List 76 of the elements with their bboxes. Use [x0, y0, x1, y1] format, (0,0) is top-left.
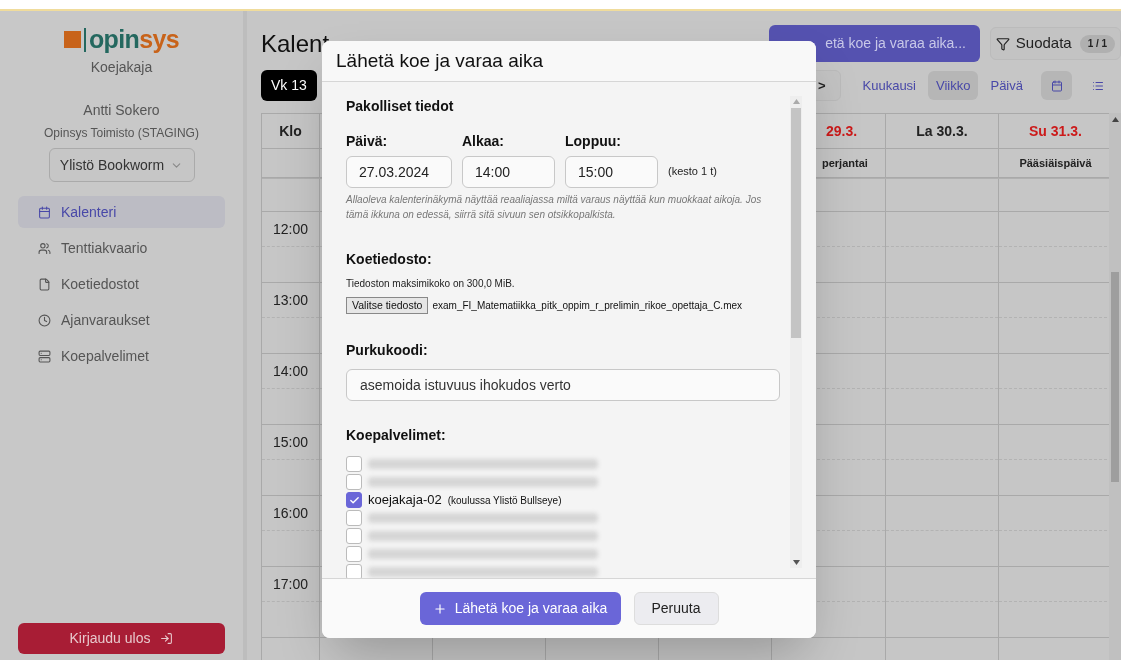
view-tab[interactable]: Päivä: [982, 71, 1031, 100]
sidebar-item[interactable]: Tenttiakvaario: [18, 232, 225, 264]
time-header: Klo: [262, 114, 320, 148]
calendar-view-button[interactable]: [1041, 71, 1072, 100]
day-header: Su 31.3.: [1029, 121, 1082, 141]
user-name: Antti Sokero: [82, 101, 161, 120]
app-name: Koejakaja: [89, 58, 154, 77]
clock-icon: [38, 313, 51, 327]
checkbox[interactable]: [346, 528, 362, 544]
duration-text: (kesto 1 t): [668, 163, 717, 179]
field-label: Päivä:: [346, 132, 389, 151]
sidebar-item[interactable]: Ajanvaraukset: [18, 304, 225, 336]
plus-icon: [432, 601, 447, 616]
checkbox[interactable]: [346, 546, 362, 562]
check-icon: [348, 494, 360, 506]
scrollbar[interactable]: [1109, 113, 1121, 660]
file-icon: [38, 277, 51, 291]
server-school: (koulussa Ylistö Bullseye): [447, 493, 562, 508]
scrollbar[interactable]: [790, 96, 802, 568]
logout-button[interactable]: Kirjaudu ulos: [18, 623, 225, 654]
logo-text: opinsys: [88, 27, 180, 52]
organisation-name: Opinsys Toimisto (STAGING): [43, 125, 200, 142]
end-time-field[interactable]: 15:00: [565, 156, 658, 188]
list-icon: [1091, 79, 1104, 92]
unlock-code-field[interactable]: asemoida istuvuus ihokudos verto: [346, 369, 780, 401]
holiday-name: perjantai: [822, 155, 868, 171]
scroll-up-icon: [1111, 117, 1119, 122]
file-name: exam_FI_Matematiikka_pitk_oppim_r_prelimin_rikoe_opettaja_C.mex: [432, 299, 743, 313]
choose-file-button[interactable]: Valitse tiedosto: [346, 297, 429, 314]
scroll-up-icon: [792, 99, 800, 104]
server-icon: [38, 349, 51, 363]
holiday-name: Pääsiäispäivä: [1019, 155, 1092, 171]
hour-label: 16:00: [272, 503, 308, 523]
filter-icon: [995, 36, 1010, 51]
checkbox[interactable]: [346, 456, 362, 472]
school-select[interactable]: Ylistö Bookworm: [48, 148, 195, 182]
week-badge: Vk 13: [261, 70, 317, 101]
hour-label: 12:00: [272, 219, 308, 239]
filter-count-badge: 1 / 1: [1079, 34, 1116, 53]
sidebar-item[interactable]: Koepalvelimet: [18, 340, 225, 372]
view-tab[interactable]: Viikko: [928, 71, 979, 100]
day-header: La 30.3.: [916, 121, 968, 141]
hour-label: 15:00: [272, 432, 308, 452]
hour-label: 13:00: [272, 290, 308, 310]
cancel-button[interactable]: Peruuta: [633, 592, 719, 625]
checkbox[interactable]: [346, 510, 362, 526]
checkbox[interactable]: [346, 492, 362, 508]
checkbox[interactable]: [346, 474, 362, 490]
filter-button[interactable]: Suodata 1 / 1: [990, 27, 1121, 60]
file-size-note: Tiedoston maksimikoko on 300,0 MiB.: [346, 277, 516, 291]
section-title: Pakolliset tiedot: [346, 97, 455, 116]
hint-text: Allaoleva kalenterinäkymä näyttää reaaliajassa miltä varaus näyttää kun muokkaat aikoja. Jos tämä ikkuna on edessä, siirrä sitä sivuun sen otsikkopalkista.: [346, 193, 763, 222]
view-tab[interactable]: Kuukausi: [854, 71, 924, 100]
calendar-icon: [1050, 79, 1063, 92]
sidebar-item[interactable]: Koetiedostot: [18, 268, 225, 300]
start-time-field[interactable]: 14:00: [462, 156, 555, 188]
code-label: Purkukoodi:: [346, 341, 429, 360]
date-field[interactable]: 27.03.2024: [346, 156, 452, 188]
calendar-icon: [38, 205, 51, 219]
dialog-title: Lähetä koe ja varaa aika: [336, 48, 544, 73]
logo-square-icon: [63, 31, 81, 48]
servers-label: Koepalvelimet:: [346, 426, 447, 445]
day-header: 29.3.: [826, 121, 858, 141]
sidebar-item[interactable]: Kalenteri: [18, 196, 225, 228]
field-label: Alkaa:: [462, 132, 506, 151]
hour-label: 17:00: [272, 574, 308, 594]
users-icon: [38, 241, 51, 255]
logo-bar-icon: [83, 27, 86, 52]
field-label: Loppuu:: [565, 132, 622, 151]
checkbox[interactable]: [346, 564, 362, 578]
server-name: koejakaja-02: [368, 491, 442, 510]
submit-button[interactable]: Lähetä koe ja varaa aika: [419, 592, 621, 625]
scroll-down-icon: [792, 560, 800, 565]
hour-label: 14:00: [272, 361, 308, 381]
logout-icon: [160, 632, 174, 645]
file-label: Koetiedosto:: [346, 250, 433, 269]
